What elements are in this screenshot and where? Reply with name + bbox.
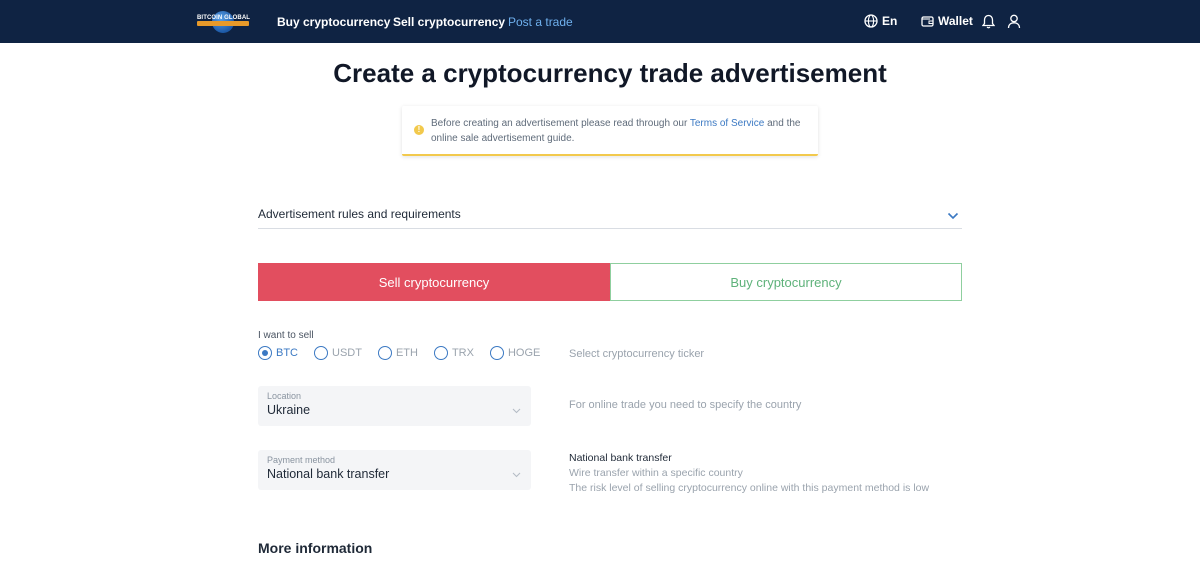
more-information-heading: More information — [258, 540, 373, 556]
payment-method-desc-line: Wire transfer within a specific country — [569, 467, 743, 479]
nav-sell-cryptocurrency[interactable]: Sell cryptocurrency — [393, 15, 505, 29]
payment-method-description: National bank transfer Wire transfer wit… — [569, 451, 934, 496]
globe-icon — [864, 14, 878, 28]
nav-post-a-trade[interactable]: Post a trade — [508, 15, 573, 29]
rules-label: Advertisement rules and requirements — [258, 207, 461, 221]
chevron-down-icon — [512, 401, 521, 419]
language-selector[interactable]: En — [864, 13, 897, 29]
radio-usdt[interactable]: USDT — [314, 346, 362, 360]
page-title: Create a cryptocurrency trade advertisem… — [333, 58, 887, 88]
sell-cryptocurrency-tab[interactable]: Sell cryptocurrency — [258, 263, 610, 301]
radio-icon — [377, 346, 392, 360]
chevron-down-icon — [512, 465, 521, 483]
wallet-button[interactable]: Wallet — [921, 13, 973, 29]
radio-icon — [433, 346, 448, 360]
radio-icon — [314, 346, 328, 360]
want-to-sell-label: I want to sell — [258, 330, 314, 341]
payment-method-value: National bank transfer — [267, 467, 390, 481]
logo-text: BITCOIN GLOBAL — [197, 15, 251, 21]
language-label: En — [882, 14, 898, 28]
ticker-hint: Select cryptocurrency ticker — [569, 348, 705, 360]
warning-icon: ! — [414, 125, 424, 135]
radio-hoge[interactable]: HOGE — [489, 346, 540, 360]
trade-type-toggle: Sell cryptocurrency Buy cryptocurrency — [258, 263, 962, 301]
wallet-icon — [921, 15, 934, 27]
location-value: Ukraine — [267, 403, 311, 417]
crypto-radio-group: BTC USDT ETH TRX HOGE — [258, 346, 556, 360]
payment-method-label: Payment method — [267, 455, 336, 465]
chevron-down-icon[interactable] — [947, 207, 959, 225]
location-hint: For online trade you need to specify the… — [569, 399, 802, 411]
radio-icon — [489, 346, 504, 360]
top-navbar: BITCOIN GLOBAL Buy cryptocurrency Sell c… — [0, 0, 1200, 43]
nav-buy-cryptocurrency[interactable]: Buy cryptocurrency — [277, 15, 390, 29]
radio-btc[interactable]: BTC — [258, 346, 298, 360]
bell-icon[interactable] — [982, 13, 995, 29]
wallet-label: Wallet — [938, 14, 973, 28]
rules-accordion[interactable]: Advertisement rules and requirements — [258, 204, 962, 229]
radio-selected-icon — [258, 346, 272, 360]
bitcoin-global-logo[interactable]: BITCOIN GLOBAL — [197, 9, 251, 34]
terms-of-service-link[interactable]: Terms of Service — [690, 118, 764, 129]
buy-cryptocurrency-tab[interactable]: Buy cryptocurrency — [610, 263, 962, 301]
location-label: Location — [267, 391, 302, 401]
notice-text: Before creating an advertisement please … — [431, 118, 801, 144]
user-icon[interactable] — [1007, 13, 1021, 29]
terms-notice: ! Before creating an advertisement pleas… — [402, 106, 818, 156]
payment-method-select[interactable]: Payment method National bank transfer — [258, 450, 531, 490]
radio-trx[interactable]: TRX — [433, 346, 474, 360]
payment-method-risk-line: The risk level of selling cryptocurrency… — [569, 482, 930, 494]
location-select[interactable]: Location Ukraine — [258, 386, 531, 426]
radio-eth[interactable]: ETH — [377, 346, 418, 360]
payment-method-desc-title: National bank transfer — [569, 452, 672, 464]
